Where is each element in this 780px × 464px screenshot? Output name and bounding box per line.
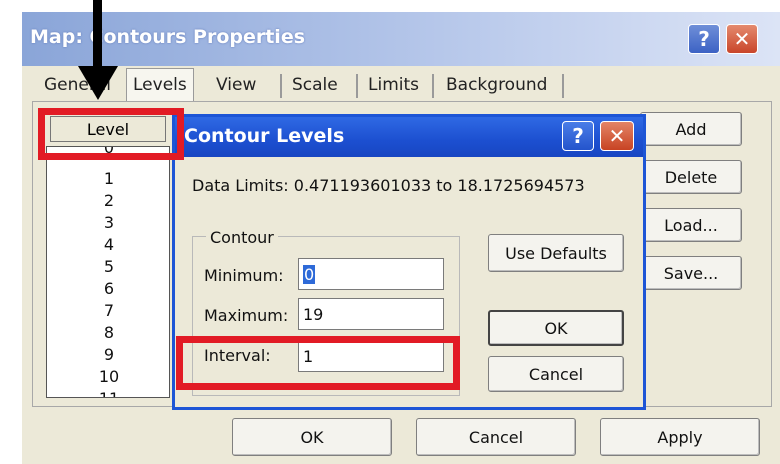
inner-dialog-title: Contour Levels — [184, 125, 345, 147]
add-button[interactable]: Add — [640, 112, 742, 146]
use-defaults-button[interactable]: Use Defaults — [488, 234, 624, 272]
level-item[interactable]: 4 — [47, 237, 169, 253]
save-button[interactable]: Save... — [640, 256, 742, 290]
down-arrow-icon — [78, 66, 118, 100]
maximum-field[interactable]: 19 — [298, 298, 444, 330]
tab-view[interactable]: View — [210, 70, 262, 100]
level-item[interactable]: 3 — [47, 215, 169, 231]
minimum-value: 0 — [303, 264, 316, 284]
inner-cancel-button[interactable]: Cancel — [488, 356, 624, 392]
interval-highlight-box — [176, 336, 460, 390]
inner-ok-button[interactable]: OK — [488, 310, 624, 346]
tab-separator — [356, 74, 358, 98]
tab-separator — [432, 74, 434, 98]
level-item[interactable]: 8 — [47, 325, 169, 341]
delete-button[interactable]: Delete — [640, 160, 742, 194]
outer-help-button[interactable]: ? — [688, 24, 720, 54]
minimum-label: Minimum: — [204, 266, 284, 285]
minimum-field[interactable]: 0 — [298, 258, 444, 290]
level-item[interactable]: 7 — [47, 303, 169, 319]
data-limits-text: Data Limits: 0.471193601033 to 18.172569… — [192, 176, 585, 195]
level-item[interactable]: 10 — [47, 369, 169, 385]
level-list[interactable]: 0 1 2 3 4 5 6 7 8 9 10 11 — [46, 146, 170, 398]
level-item[interactable]: 9 — [47, 347, 169, 363]
tab-separator — [562, 74, 564, 98]
level-item[interactable]: 5 — [47, 259, 169, 275]
outer-dialog-title: Map: Contours Properties — [30, 26, 306, 48]
level-item[interactable]: 1 — [47, 171, 169, 187]
level-item[interactable]: 2 — [47, 193, 169, 209]
tab-background[interactable]: Background — [440, 70, 553, 100]
tab-levels[interactable]: Levels — [126, 68, 194, 101]
apply-button[interactable]: Apply — [600, 418, 760, 456]
cancel-button[interactable]: Cancel — [416, 418, 576, 456]
level-item[interactable]: 11 — [47, 391, 169, 398]
outer-close-button[interactable]: ✕ — [726, 24, 758, 54]
contour-group-label: Contour — [206, 228, 278, 247]
tab-scale[interactable]: Scale — [286, 70, 344, 100]
tab-separator — [280, 74, 282, 98]
inner-help-button[interactable]: ? — [562, 121, 594, 151]
tab-limits[interactable]: Limits — [362, 70, 425, 100]
level-item[interactable]: 6 — [47, 281, 169, 297]
maximum-label: Maximum: — [204, 306, 289, 325]
ok-button[interactable]: OK — [232, 418, 392, 456]
pointer-arrow-shaft — [93, 0, 102, 70]
inner-close-button[interactable]: ✕ — [600, 121, 634, 151]
load-button[interactable]: Load... — [640, 208, 742, 242]
level-highlight-box — [38, 108, 184, 160]
